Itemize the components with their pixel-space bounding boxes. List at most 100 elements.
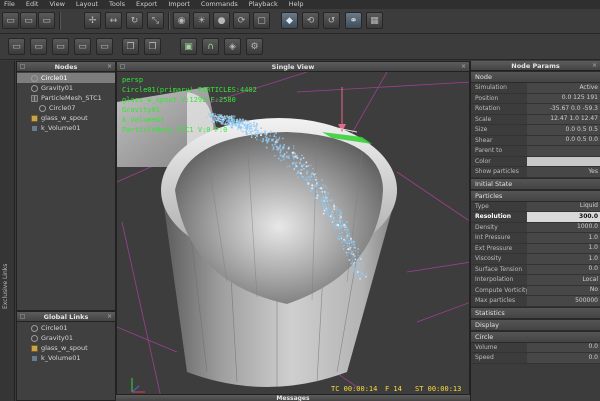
menu-item-export[interactable]: Export xyxy=(136,0,157,9)
magnet-icon[interactable]: ∩ xyxy=(202,38,219,55)
layout-rows-icon[interactable]: ▭ xyxy=(96,38,113,55)
param-value-field[interactable]: 1.0 xyxy=(527,233,600,243)
gear-icon xyxy=(31,324,38,332)
param-value-field[interactable]: Local xyxy=(527,275,600,285)
param-row: Rotation -35.67 0.0 -59.3 xyxy=(471,104,600,115)
link-tree-item[interactable]: Circle01 xyxy=(17,323,115,333)
param-value-field[interactable]: Liquid xyxy=(527,201,600,212)
param-value-field[interactable] xyxy=(527,146,600,156)
node-tree-item[interactable]: Circle01 xyxy=(17,73,115,83)
move-tool-icon[interactable]: ↔ xyxy=(105,12,122,29)
statistics-section[interactable]: Statistics xyxy=(471,306,600,319)
param-value-field[interactable]: 300.0 xyxy=(527,212,600,222)
menu-item-help[interactable]: Help xyxy=(289,0,304,9)
menu-item-edit[interactable]: Edit xyxy=(26,0,39,9)
layout-cols-icon[interactable]: ▭ xyxy=(74,38,91,55)
paste-icon[interactable]: ❐ xyxy=(144,38,161,55)
param-value-field[interactable]: Yes xyxy=(527,167,600,177)
node-tree-label: Circle01 xyxy=(41,74,68,82)
initial-state-section[interactable]: Initial State xyxy=(471,177,600,190)
node-tree-label: Gravity01 xyxy=(41,84,74,92)
param-value-field[interactable]: 1.0 xyxy=(527,254,600,264)
menu-item-commands[interactable]: Commands xyxy=(201,0,238,9)
daemon-icon[interactable]: ⟳ xyxy=(233,12,250,29)
app-window: File Edit View Layout Tools Export Import Comma… xyxy=(0,0,600,401)
link-icon[interactable]: ⚭ xyxy=(345,12,362,29)
node-params-panel: Node Params × Node Simulation Active Positi… xyxy=(470,61,600,401)
param-row: Int Pressure 1.0 xyxy=(471,233,600,244)
camera-icon[interactable]: ◉ xyxy=(173,12,190,29)
cube-object-icon[interactable]: ◆ xyxy=(281,12,298,29)
grid-icon[interactable]: ▦ xyxy=(366,12,383,29)
param-value-field[interactable]: 500000 xyxy=(527,296,600,306)
simulate-icon[interactable]: ▣ xyxy=(180,38,197,55)
particles-section-header[interactable]: Particles xyxy=(471,189,600,202)
param-value-field[interactable]: Active xyxy=(527,83,600,93)
layout-single-icon[interactable]: ▭ xyxy=(8,38,25,55)
node-section-header[interactable]: Node xyxy=(471,71,600,83)
viewport-panel[interactable]: Single View × persp Circle01(primary) PA… xyxy=(116,61,470,401)
node-tree-item[interactable]: ParticleMesh_STC1 xyxy=(17,93,115,103)
param-value-field[interactable]: -35.67 0.0 -59.3 xyxy=(527,104,600,114)
light-icon[interactable]: ☀ xyxy=(193,12,210,29)
link-tree-item[interactable]: Gravity01 xyxy=(17,333,115,343)
close-icon[interactable]: × xyxy=(592,62,597,69)
node-tree-label: glass_w_spout xyxy=(41,114,88,122)
gear-icon xyxy=(31,334,38,342)
param-value-field[interactable]: 12.47 1.0 12.47 xyxy=(527,114,600,125)
mesh-icon[interactable]: ◈ xyxy=(224,38,241,55)
layout-quad-icon[interactable]: ▭ xyxy=(52,38,69,55)
param-value-field[interactable]: 0.0 xyxy=(527,264,600,275)
param-value-field[interactable]: 0.0 0.5 0.0 xyxy=(527,135,600,146)
circle-section[interactable]: Circle xyxy=(471,330,600,343)
node-tree-item[interactable]: k_Volume01 xyxy=(17,123,115,133)
menu-item-playback[interactable]: Playback xyxy=(249,0,278,9)
display-section[interactable]: Display xyxy=(471,318,600,331)
param-label: Compute Vorticity xyxy=(475,286,527,294)
object-icon[interactable]: ▢ xyxy=(253,12,270,29)
close-icon[interactable]: × xyxy=(461,63,466,70)
close-icon[interactable]: × xyxy=(107,63,112,70)
menu-item-file[interactable]: File xyxy=(4,0,15,9)
refresh-icon[interactable]: ↺ xyxy=(323,12,340,29)
open-scene-button[interactable]: ▭ xyxy=(20,12,37,29)
param-value-field[interactable]: 0.0 xyxy=(527,353,600,363)
reset-icon[interactable]: ⟲ xyxy=(302,12,319,29)
param-label: Ext Pressure xyxy=(475,244,513,252)
viewport-canvas[interactable]: persp Circle01(primary) PARTICLES:4402 gla… xyxy=(117,72,469,400)
param-row: Density 1000.0 xyxy=(471,222,600,233)
render-icon[interactable]: ⚙ xyxy=(246,38,263,55)
param-label: Int Pressure xyxy=(475,234,511,242)
param-label: Interpolation xyxy=(475,276,514,284)
param-row: Type Liquid xyxy=(471,201,600,212)
param-value-field[interactable]: 0.0 xyxy=(527,342,600,353)
param-value-field[interactable] xyxy=(527,156,600,167)
node-tree-item[interactable]: Gravity01 xyxy=(17,83,115,93)
save-scene-button[interactable]: ▭ xyxy=(38,12,55,29)
menu-item-view[interactable]: View xyxy=(49,0,64,9)
param-row: Scale 12.47 1.0 12.47 xyxy=(471,114,600,125)
node-tree-item[interactable]: Circle07 xyxy=(17,103,115,113)
param-value-field[interactable]: 0.0 125 191 xyxy=(527,93,600,104)
param-row: Show particles Yes xyxy=(471,167,600,178)
param-value-field[interactable]: No xyxy=(527,285,600,296)
menu-item-tools[interactable]: Tools xyxy=(109,0,125,9)
param-value-field[interactable]: 1.0 xyxy=(527,243,600,254)
param-value-field[interactable]: 1000.0 xyxy=(527,222,600,233)
messages-panel-title[interactable]: Messages xyxy=(116,394,470,401)
node-tree-item[interactable]: glass_w_spout xyxy=(17,113,115,123)
link-tree-item[interactable]: glass_w_spout xyxy=(17,343,115,353)
link-tree-item[interactable]: k_Volume01 xyxy=(17,353,115,363)
select-tool-icon[interactable]: ✢ xyxy=(84,12,101,29)
new-scene-button[interactable]: ▭ xyxy=(2,12,19,29)
emitter-icon[interactable]: ● xyxy=(213,12,230,29)
rotate-tool-icon[interactable]: ↻ xyxy=(126,12,143,29)
scale-tool-icon[interactable]: ⤡ xyxy=(147,12,164,29)
menu-item-import[interactable]: Import xyxy=(168,0,190,9)
menu-item-layout[interactable]: Layout xyxy=(76,0,98,9)
copy-icon[interactable]: ❐ xyxy=(122,38,139,55)
close-icon[interactable]: × xyxy=(107,313,112,320)
param-value-field[interactable]: 0.0 0.5 0.5 xyxy=(527,125,600,135)
layout-split-icon[interactable]: ▭ xyxy=(30,38,47,55)
param-label: Scale xyxy=(475,115,492,123)
